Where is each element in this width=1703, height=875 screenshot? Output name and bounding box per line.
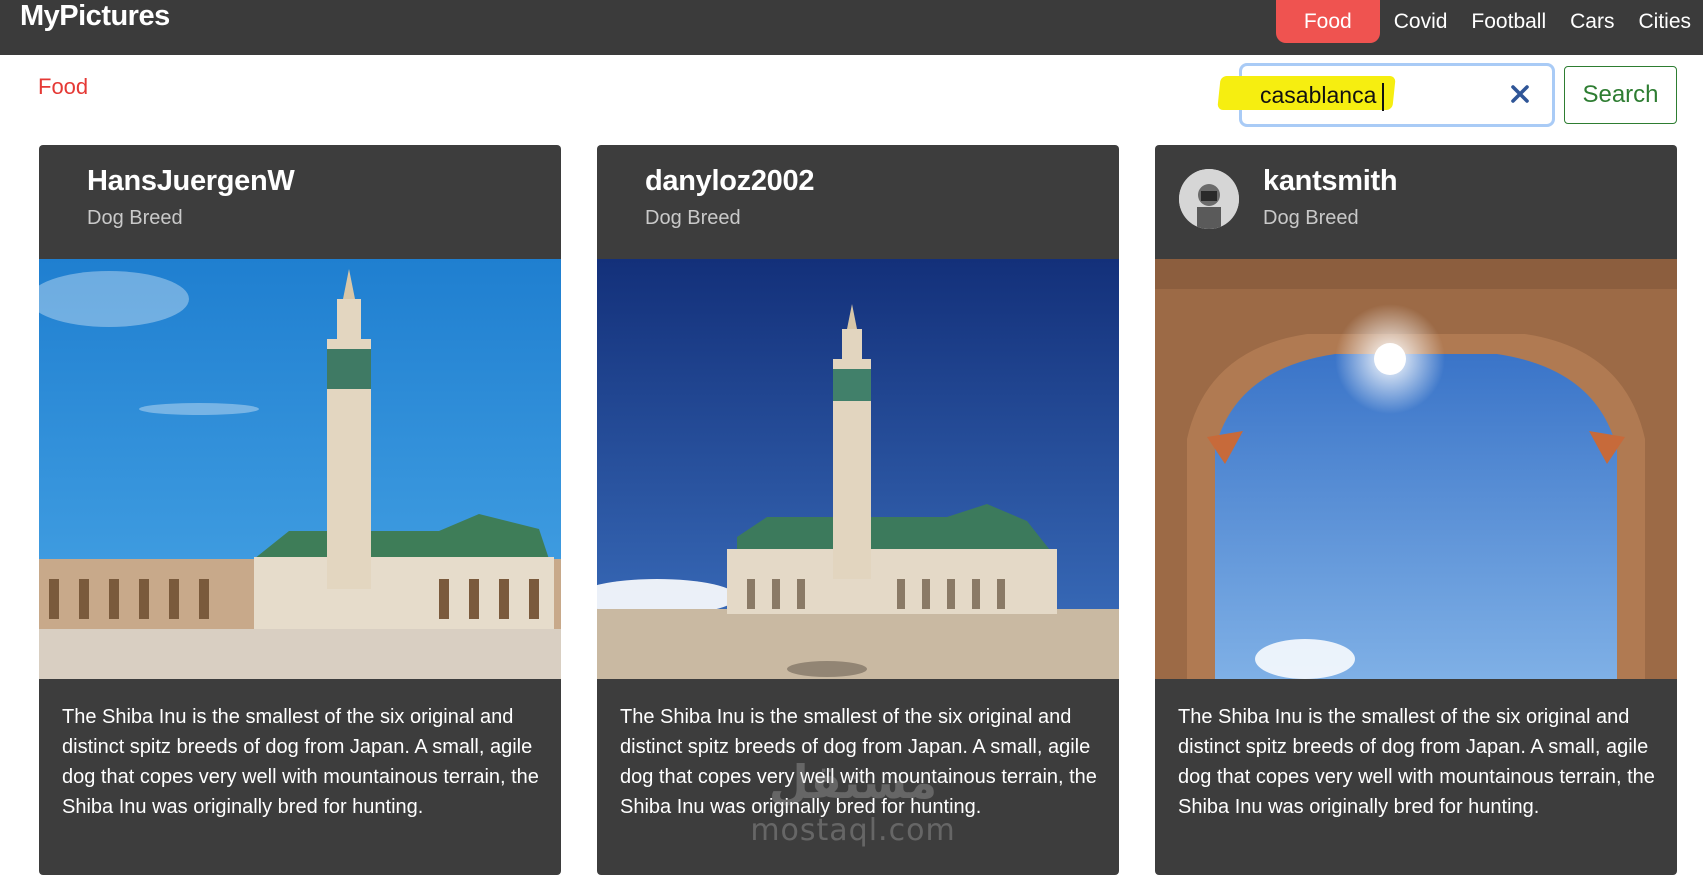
card-username: HansJuergenW	[87, 165, 295, 197]
card-username: kantsmith	[1263, 165, 1398, 197]
nav-item-football[interactable]: Football	[1459, 0, 1558, 43]
picture-card[interactable]: kantsmith Dog Breed The Shiba Inu is the…	[1155, 145, 1677, 875]
card-image[interactable]	[39, 259, 561, 679]
card-header: danyloz2002 Dog Breed	[597, 145, 1119, 259]
card-description: The Shiba Inu is the smallest of the six…	[620, 706, 1097, 818]
card-description: The Shiba Inu is the smallest of the six…	[62, 706, 539, 818]
card-image[interactable]	[1155, 259, 1677, 679]
card-image[interactable]	[597, 259, 1119, 679]
avatar[interactable]	[1179, 169, 1239, 229]
card-subtitle: Dog Breed	[87, 207, 183, 229]
card-subtitle: Dog Breed	[1263, 207, 1359, 229]
card-header: HansJuergenW Dog Breed	[39, 145, 561, 259]
search-button[interactable]: Search	[1564, 66, 1677, 124]
nav-item-cities[interactable]: Cities	[1626, 0, 1703, 43]
card-subtitle: Dog Breed	[645, 207, 741, 229]
nav-item-food[interactable]: Food	[1275, 0, 1380, 43]
search-box	[1217, 63, 1555, 127]
card-header: kantsmith Dog Breed	[1155, 145, 1677, 259]
search-input[interactable]	[1260, 80, 1490, 110]
nav-item-covid[interactable]: Covid	[1382, 0, 1460, 43]
nav-links: Food Covid Football Cars Cities	[1275, 0, 1703, 43]
close-icon[interactable]	[1507, 81, 1533, 107]
section-title: Food	[38, 74, 89, 99]
card-username: danyloz2002	[645, 165, 815, 197]
brand-logo[interactable]: MyPictures	[20, 0, 170, 32]
nav-item-cars[interactable]: Cars	[1558, 0, 1626, 43]
text-caret	[1382, 83, 1384, 111]
picture-card[interactable]: HansJuergenW Dog Breed The Shiba Inu is …	[39, 145, 561, 875]
card-description: The Shiba Inu is the smallest of the six…	[1178, 706, 1655, 818]
picture-card[interactable]: danyloz2002 Dog Breed The Shiba Inu is t…	[597, 145, 1119, 875]
navbar: MyPictures Food Covid Football Cars Citi…	[0, 0, 1703, 55]
